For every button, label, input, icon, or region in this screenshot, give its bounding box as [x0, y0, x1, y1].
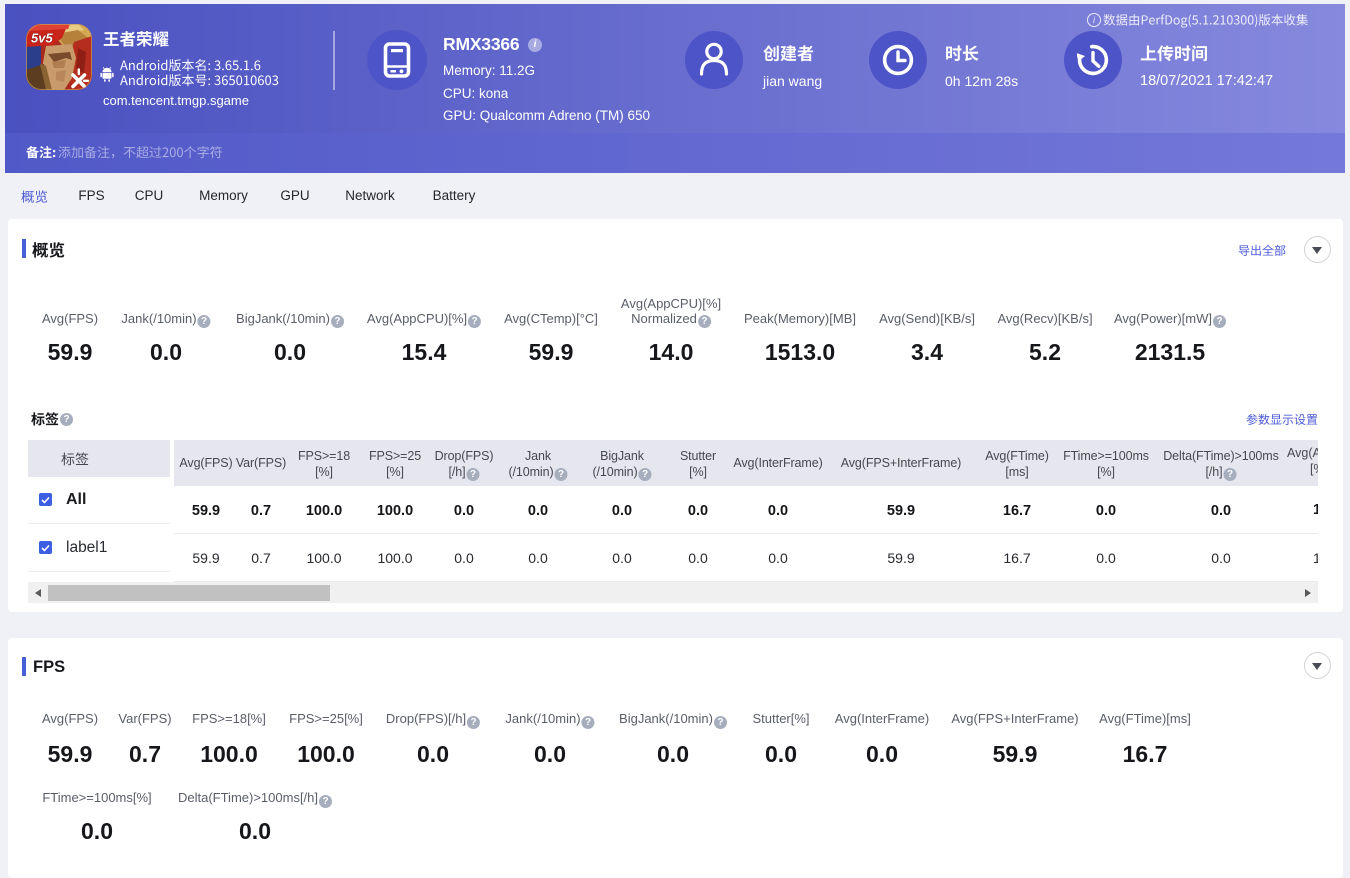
svg-text:5v5: 5v5 — [31, 31, 53, 46]
